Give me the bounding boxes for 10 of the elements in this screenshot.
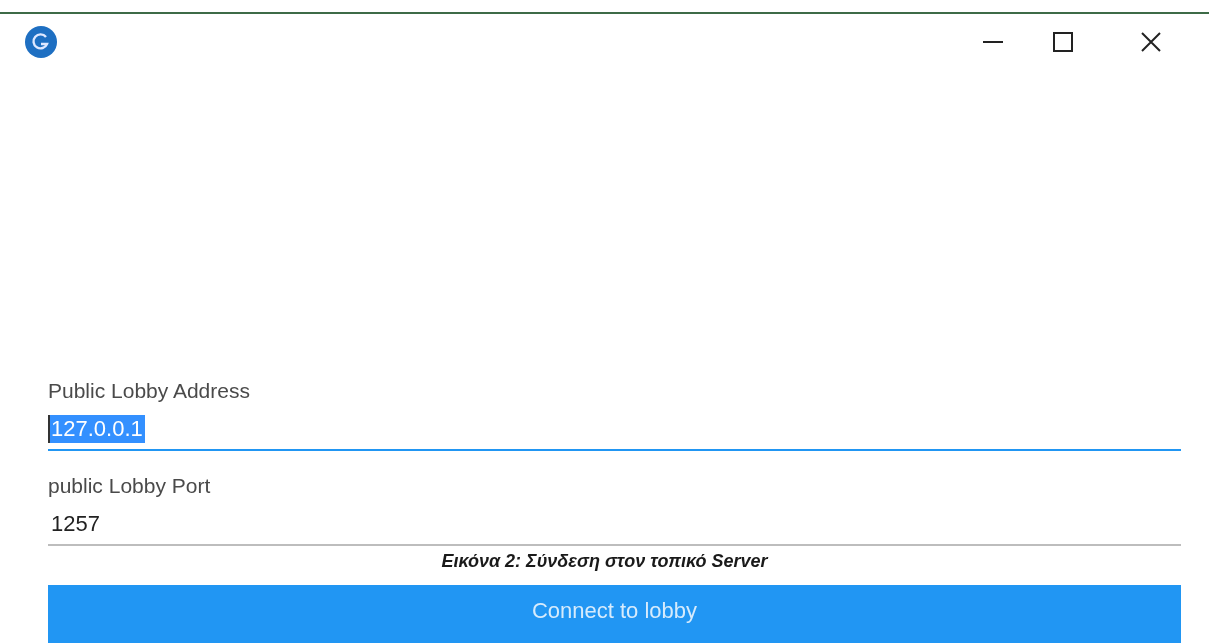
field-label: Public Lobby Address [48, 379, 250, 403]
figure-caption: Εικόνα 2: Σύνδεση στον τοπικό Server [441, 550, 768, 573]
app-logo-icon [24, 25, 58, 59]
connect-button[interactable]: Connect to lobby [48, 585, 1181, 643]
input-field[interactable]: 1257 [48, 504, 1181, 546]
minimize-icon [983, 41, 1003, 43]
input-field[interactable]: 127.0.0.1 [48, 409, 1181, 451]
field-label: public Lobby Port [48, 474, 211, 498]
close-icon [1141, 32, 1161, 52]
maximize-icon [1053, 32, 1073, 52]
